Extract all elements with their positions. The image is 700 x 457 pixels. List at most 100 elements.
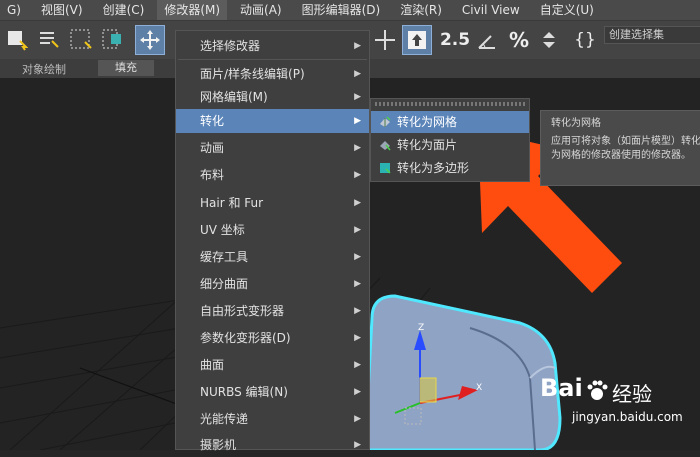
move-tool-button[interactable]: [135, 25, 165, 55]
select-by-name-icon: [40, 32, 59, 48]
menu-item-label: 光能传递: [200, 412, 249, 426]
window-crossing-button[interactable]: [98, 25, 128, 55]
menu-item-animation[interactable]: 动画 ▶: [176, 136, 369, 160]
submenu-arrow-icon: ▶: [354, 198, 361, 208]
select-by-name-button[interactable]: [34, 25, 64, 55]
submenu-item-label: 转化为多边形: [397, 161, 470, 175]
menu-item-label: 缓存工具: [200, 250, 249, 264]
menu-item-uv-coordinates[interactable]: UV 坐标 ▶: [176, 218, 369, 242]
paw-logo-icon: [587, 380, 608, 400]
submenu-item-convert-to-patch[interactable]: 转化为面片: [371, 134, 529, 156]
submenu-item-label: 转化为网格: [397, 115, 458, 129]
menu-modifiers[interactable]: 修改器(M): [157, 0, 228, 20]
submenu-arrow-icon: ▶: [354, 69, 361, 79]
menu-item-label: 转化: [200, 114, 225, 128]
baidu-jingyan-watermark: Bai 经验 jingyan.baidu.com: [540, 374, 700, 434]
submenu-arrow-icon: ▶: [354, 333, 361, 343]
menu-item-cache-tools[interactable]: 缓存工具 ▶: [176, 245, 369, 269]
menu-create[interactable]: 创建(C): [96, 0, 152, 20]
menu-civil-view[interactable]: Civil View: [455, 0, 527, 20]
submenu-grip[interactable]: [375, 102, 525, 106]
menu-item-subdivision-surfaces[interactable]: 细分曲面 ▶: [176, 272, 369, 296]
menu-item-cameras[interactable]: 摄影机 ▶: [176, 433, 369, 457]
converted-box-object[interactable]: [363, 294, 562, 450]
menu-item-hair-and-fur[interactable]: Hair 和 Fur ▶: [176, 191, 369, 215]
convert-to-mesh-icon: [380, 116, 391, 127]
submenu-arrow-icon: ▶: [354, 225, 361, 235]
modifiers-dropdown-menu: 选择修改器 ▶ 面片/样条线编辑(P) ▶ 网格编辑(M) ▶ 转化 ▶ 动画 ▶ 布料 ▶…: [175, 30, 370, 452]
watermark-brand: Bai: [540, 374, 583, 402]
menu-item-select-modifier[interactable]: 选择修改器 ▶: [176, 34, 369, 58]
menu-item-parametric-deformers[interactable]: 参数化变形器(D) ▶: [176, 326, 369, 350]
percent-snap-button[interactable]: %: [504, 25, 534, 55]
menu-item-label: 网格编辑(M): [200, 90, 268, 104]
snaps-label: 2.5: [439, 30, 471, 50]
angle-snap-button[interactable]: [472, 25, 502, 55]
named-selection-set-field[interactable]: 创建选择集: [604, 26, 700, 44]
menu-graph-editors[interactable]: 图形编辑器(D): [295, 0, 388, 20]
menu-customize[interactable]: 自定义(U): [533, 0, 601, 20]
menu-rendering[interactable]: 渲染(R): [393, 0, 449, 20]
submenu-arrow-icon: ▶: [354, 279, 361, 289]
edit-named-selection-button[interactable]: {}: [570, 25, 600, 55]
menu-item-label: 选择修改器: [200, 39, 261, 53]
submenu-arrow-icon: ▶: [354, 170, 361, 180]
submenu-item-label: 转化为面片: [397, 138, 458, 152]
menu-item-nurbs-editing[interactable]: NURBS 编辑(N) ▶: [176, 380, 369, 404]
watermark-brand-suffix: 经验: [612, 382, 652, 406]
menu-item-0[interactable]: G): [0, 0, 28, 20]
menu-item-label: UV 坐标: [200, 223, 245, 237]
menu-item-cloth[interactable]: 布料 ▶: [176, 163, 369, 187]
gizmo-z-label: Z: [418, 323, 424, 333]
submenu-arrow-icon: ▶: [354, 143, 361, 153]
menu-item-patch-spline-editing[interactable]: 面片/样条线编辑(P) ▶: [176, 62, 369, 86]
select-object-icon: [8, 31, 28, 51]
select-manipulate-button[interactable]: [402, 25, 432, 55]
menu-item-label: 参数化变形器(D): [200, 331, 291, 345]
submenu-arrow-icon: ▶: [354, 360, 361, 370]
convert-to-poly-icon: [380, 163, 391, 174]
rect-select-icon: [70, 29, 92, 49]
submenu-arrow-icon: ▶: [354, 387, 361, 397]
submenu-item-convert-to-poly[interactable]: 转化为多边形: [371, 157, 529, 179]
menu-animation[interactable]: 动画(A): [233, 0, 289, 20]
menu-bar: G) 视图(V) 创建(C) 修改器(M) 动画(A) 图形编辑器(D) 渲染(…: [0, 0, 700, 21]
move-icon: [140, 30, 160, 50]
menu-item-conversion[interactable]: 转化 ▶: [176, 109, 369, 133]
select-object-button[interactable]: [2, 25, 32, 55]
snaps-2-5-button[interactable]: 2.5: [440, 25, 470, 55]
gizmo-x-label: X: [476, 383, 482, 393]
menu-item-label: 自由形式变形器: [200, 304, 285, 318]
spinner-snap-icon: [543, 32, 555, 48]
menu-item-label: 曲面: [200, 358, 225, 372]
snap-toggle-button[interactable]: [370, 25, 400, 55]
menu-item-surface[interactable]: 曲面 ▶: [176, 353, 369, 377]
menu-item-radiosity[interactable]: 光能传递 ▶: [176, 407, 369, 431]
menu-item-label: 布料: [200, 168, 225, 182]
submenu-arrow-icon: ▶: [354, 92, 361, 102]
submenu-arrow-icon: ▶: [354, 252, 361, 262]
tab-object-paint[interactable]: 对象绘制: [22, 61, 66, 77]
manipulate-icon: [408, 31, 426, 49]
tooltip-description: 应用可将对象（如面片模型）转化为网格的修改器使用的修改器。: [551, 136, 700, 161]
submenu-arrow-icon: ▶: [354, 116, 361, 126]
conversion-submenu: 转化为网格 转化为面片 转化为多边形: [370, 98, 530, 182]
menu-view[interactable]: 视图(V): [34, 0, 90, 20]
menu-item-label: 细分曲面: [200, 277, 249, 291]
window-crossing-icon: [102, 29, 121, 49]
watermark-url: jingyan.baidu.com: [572, 410, 683, 424]
submenu-arrow-icon: ▶: [354, 440, 361, 450]
menu-separator: [178, 59, 367, 60]
spinner-snap-button[interactable]: [534, 25, 564, 55]
menu-item-label: Hair 和 Fur: [200, 196, 264, 210]
tooltip-title: 转化为网格: [551, 118, 601, 129]
submenu-item-convert-to-mesh[interactable]: 转化为网格: [371, 111, 529, 133]
tooltip: 转化为网格 应用可将对象（如面片模型）转化为网格的修改器使用的修改器。: [540, 110, 700, 186]
braces-icon: {}: [574, 30, 596, 50]
submenu-arrow-icon: ▶: [354, 41, 361, 51]
menu-item-free-form-deformers[interactable]: 自由形式变形器 ▶: [176, 299, 369, 323]
rectangular-selection-button[interactable]: [66, 25, 96, 55]
submenu-arrow-icon: ▶: [354, 306, 361, 316]
tab-fill[interactable]: 填充: [98, 60, 154, 76]
menu-item-mesh-editing[interactable]: 网格编辑(M) ▶: [176, 85, 369, 109]
